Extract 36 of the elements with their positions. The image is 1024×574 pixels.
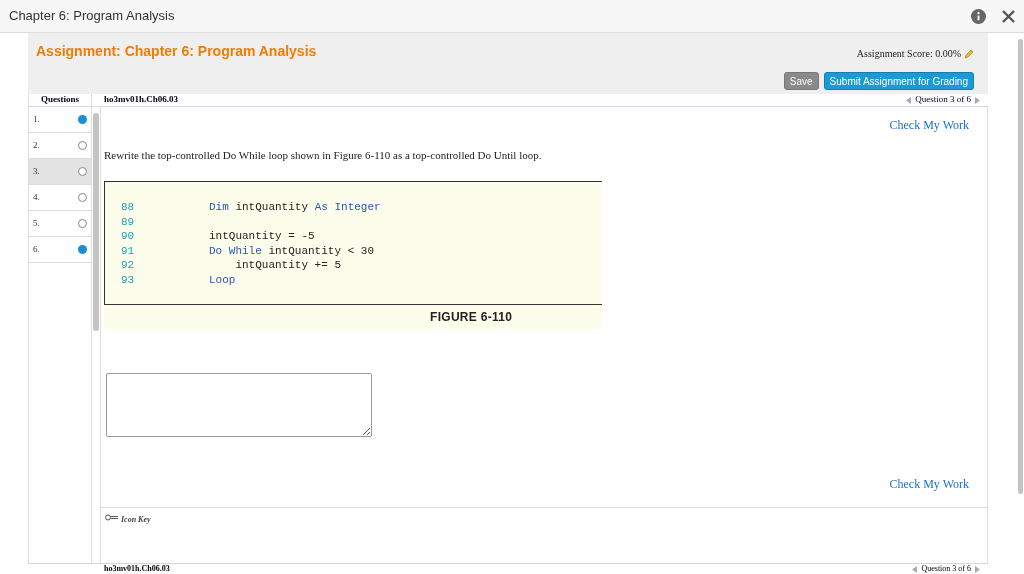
previous-icon[interactable] [912, 565, 918, 573]
code-line: intQuantity += 5 [234, 258, 342, 273]
question-id: ho3mv01h.Ch06.03 [104, 93, 178, 107]
code-line: intQuantity = -5 [209, 229, 315, 244]
key-icon [105, 514, 118, 521]
question-prompt: Rewrite the top-controlled Do While loop shown in Figure 6-110 as a top-controlled Do Until loop. [104, 148, 543, 163]
next-icon[interactable] [975, 96, 980, 104]
close-icon[interactable] [1002, 9, 1015, 23]
line-number: 91 [121, 243, 136, 259]
scrollbar-thumb[interactable] [93, 113, 99, 331]
icon-key-label: Icon Key [121, 514, 151, 526]
check-my-work-link[interactable]: Check My Work [889, 116, 969, 134]
previous-icon[interactable] [906, 96, 912, 104]
question-counter: Question 3 of 6 [915, 93, 971, 107]
question-id: ho3mv01h.Ch06.03 [104, 565, 170, 573]
assignment-title: Assignment: Chapter 6: Program Analysis [36, 42, 317, 61]
line-number: 93 [121, 272, 136, 288]
questions-heading: Questions [41, 93, 79, 107]
line-number: 88 [121, 200, 136, 215]
assignment-score: Assignment Score: 0.00% [856, 47, 961, 61]
line-number: 92 [121, 258, 136, 273]
code-line: Dim intQuantity As Integer [209, 200, 381, 215]
pencil-icon[interactable] [964, 48, 974, 59]
scrollbar-thumb[interactable] [1017, 39, 1023, 494]
code-line: Do While intQuantity < 30 [209, 243, 375, 259]
window-title: Chapter 6: Program Analysis [9, 7, 175, 26]
info-icon[interactable] [971, 8, 986, 24]
next-icon[interactable] [975, 565, 980, 573]
question-counter: Question 3 of 6 [921, 565, 971, 573]
line-number: 90 [121, 229, 136, 244]
question-item[interactable]: 3. [29, 159, 91, 185]
code-line: Loop [209, 272, 236, 288]
answer-field[interactable] [106, 373, 372, 437]
check-my-work-link[interactable]: Check My Work [889, 475, 969, 493]
figure-caption: FIGURE 6-110 [430, 309, 513, 326]
line-number: 89 [121, 214, 136, 230]
